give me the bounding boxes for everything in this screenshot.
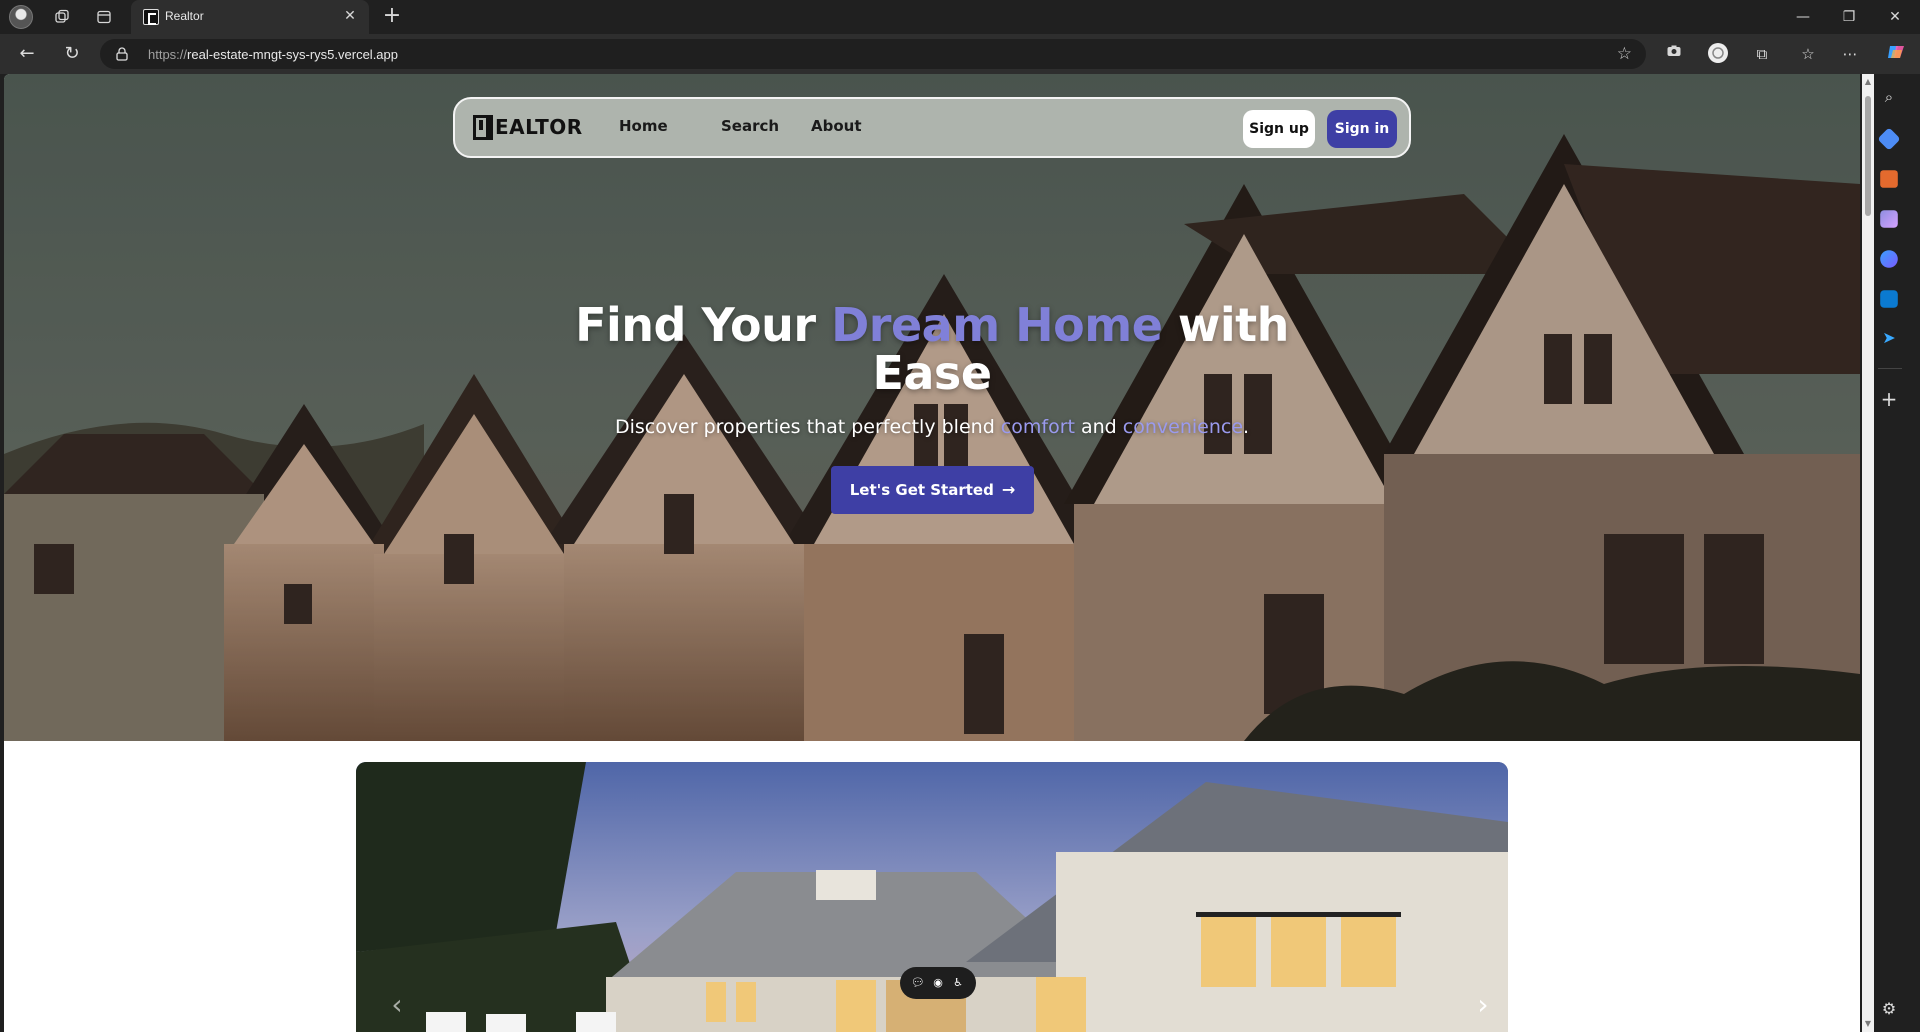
hero-section: EALTOR Home Search About Sign up Sign in… [4, 74, 1860, 741]
window-close-icon[interactable]: ✕ [1872, 0, 1918, 34]
scroll-up-icon[interactable]: ▲ [1864, 78, 1872, 86]
send-icon[interactable]: ➤ [1878, 328, 1900, 350]
realtor-logo[interactable]: EALTOR [473, 114, 583, 140]
star-icon[interactable]: ☆ [1617, 44, 1632, 64]
scroll-down-icon[interactable]: ▼ [1864, 1020, 1872, 1028]
camera-icon[interactable] [1662, 42, 1686, 66]
sidebar-divider [1878, 368, 1902, 369]
add-icon[interactable]: + [1878, 388, 1900, 410]
restore-icon[interactable]: ❐ [1826, 0, 1872, 34]
hero-subtitle: Discover properties that perfectly blend… [614, 416, 1250, 438]
arrow-right-icon: → [1001, 480, 1016, 499]
tab-title: Realtor [165, 9, 204, 23]
get-started-button[interactable]: Let's Get Started → [831, 466, 1034, 514]
active-tab[interactable]: Realtor ✕ [131, 0, 369, 34]
property-carousel: ‹ › 💬︎ ◉ ♿︎ [356, 762, 1508, 1032]
nav-link-about[interactable]: About [811, 117, 862, 135]
briefcase-icon[interactable] [1880, 170, 1898, 188]
workspaces-icon[interactable] [50, 5, 74, 29]
nav-link-home[interactable]: Home [619, 117, 668, 135]
close-icon[interactable]: ✕ [341, 7, 359, 25]
page-viewport: EALTOR Home Search About Sign up Sign in… [4, 74, 1860, 1032]
logo-mark-icon [473, 114, 493, 140]
tab-actions-icon[interactable] [92, 5, 116, 29]
plus-icon[interactable]: + [380, 5, 404, 29]
back-icon[interactable]: ← [15, 42, 39, 66]
realtor-favicon [143, 9, 159, 25]
tab-strip: Realtor ✕ + — ❐ ✕ [0, 0, 1920, 34]
chat-icon[interactable]: 💬︎ [910, 975, 926, 991]
copilot-app-icon[interactable] [1880, 250, 1898, 268]
chess-icon[interactable] [1880, 210, 1898, 228]
address-bar[interactable]: https://real-estate-mngt-sys-rys5.vercel… [100, 39, 1646, 69]
sign-in-button[interactable]: Sign in [1327, 110, 1397, 148]
carousel-prev-icon[interactable]: ‹ [382, 990, 412, 1020]
profile-avatar[interactable] [9, 5, 33, 29]
search-icon[interactable]: ⌕ [1878, 88, 1900, 110]
favorites-icon[interactable]: ☆ [1796, 42, 1820, 66]
address-bar-row: ← ↻ https://real-estate-mngt-sys-rys5.ve… [0, 34, 1920, 74]
visibility-icon[interactable]: ◉ [930, 975, 946, 991]
copilot-icon[interactable] [1884, 42, 1908, 66]
nav-link-search[interactable]: Search [721, 117, 779, 135]
url-text[interactable]: https://real-estate-mngt-sys-rys5.vercel… [148, 47, 398, 62]
tag-icon[interactable] [1877, 127, 1901, 151]
hero-title-accent: Dream Home [831, 298, 1163, 352]
page-scrollbar[interactable]: ▲ ▼ [1862, 74, 1874, 1032]
minimize-icon[interactable]: — [1780, 0, 1826, 34]
scroll-thumb[interactable] [1865, 96, 1871, 216]
hero-title-line2: Ease [872, 346, 992, 400]
puzzle-icon[interactable]: ⧉ [1750, 42, 1774, 66]
accessibility-toolbar: 💬︎ ◉ ♿︎ [900, 967, 976, 999]
hero-title: Find Your Dream Home with [575, 298, 1289, 352]
lock-icon[interactable] [116, 47, 128, 61]
accessibility-icon[interactable]: ♿︎ [950, 975, 966, 991]
outlook-icon[interactable] [1880, 290, 1898, 308]
more-icon[interactable]: ⋯ [1838, 42, 1862, 66]
hero-overlay [4, 74, 1860, 741]
settings-icon[interactable]: ⚙ [1878, 998, 1900, 1020]
sign-up-button[interactable]: Sign up [1243, 110, 1315, 148]
logo-text: EALTOR [495, 115, 583, 139]
carousel-next-icon[interactable]: › [1468, 990, 1498, 1020]
site-navbar: EALTOR Home Search About Sign up Sign in [453, 97, 1411, 158]
extension-icon[interactable] [1706, 42, 1730, 66]
refresh-icon[interactable]: ↻ [60, 42, 84, 66]
